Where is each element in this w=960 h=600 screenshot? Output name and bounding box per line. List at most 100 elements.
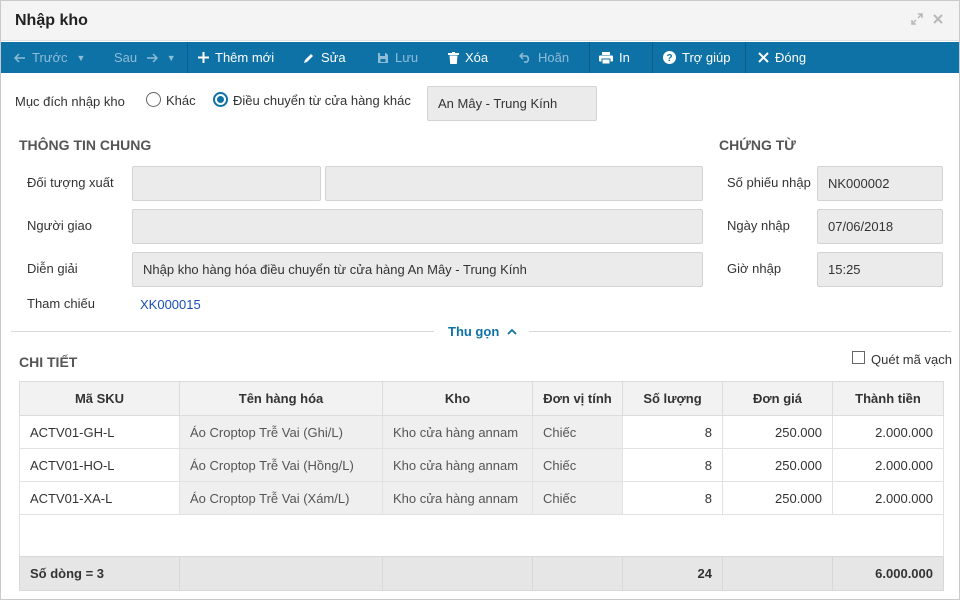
add-button[interactable]: Thêm mới <box>198 42 274 73</box>
collapse-label: Thu gọn <box>448 324 500 339</box>
barcode-label: Quét mã vạch <box>871 352 952 367</box>
voucher-number-field[interactable]: NK000002 <box>817 166 943 201</box>
reference-label: Tham chiếu <box>27 296 95 311</box>
toolbar-divider <box>745 42 746 73</box>
voucher-time-label: Giờ nhập <box>727 261 782 276</box>
divider-left <box>11 331 434 332</box>
toolbar-divider <box>187 42 188 73</box>
cell-qty[interactable]: 8 <box>622 415 723 449</box>
cell-qty[interactable]: 8 <box>622 448 723 482</box>
cell-amount: 2.000.000 <box>832 448 944 482</box>
maximize-icon[interactable] <box>910 13 924 27</box>
edit-label: Sửa <box>321 50 346 65</box>
table-row[interactable]: ACTV01-GH-L Áo Croptop Trễ Vai (Ghi/L) K… <box>19 415 944 449</box>
col-qty[interactable]: Số lượng <box>622 381 723 416</box>
col-warehouse[interactable]: Kho <box>382 381 533 416</box>
svg-text:?: ? <box>666 53 672 64</box>
deliverer-field[interactable] <box>132 209 703 244</box>
radio-other[interactable] <box>146 92 161 107</box>
window-close-icon[interactable] <box>931 13 945 27</box>
table-header: Mã SKU Tên hàng hóa Kho Đơn vị tính Số l… <box>19 381 944 416</box>
barcode-checkbox[interactable] <box>852 351 865 364</box>
radio-transfer-label: Điều chuyển từ cửa hàng khác <box>233 93 411 108</box>
cell-sku: ACTV01-XA-L <box>19 481 180 515</box>
footer-total-qty: 24 <box>622 556 723 591</box>
close-button[interactable]: Đóng <box>758 42 806 73</box>
printer-icon <box>599 51 613 65</box>
col-name[interactable]: Tên hàng hóa <box>179 381 383 416</box>
cell-price[interactable]: 250.000 <box>722 448 833 482</box>
cell-amount: 2.000.000 <box>832 415 944 449</box>
table-row[interactable]: ACTV01-XA-L Áo Croptop Trễ Vai (Xám/L) K… <box>19 481 944 515</box>
prev-button[interactable]: Trước ▼ <box>13 42 85 73</box>
arrow-left-icon <box>13 53 25 63</box>
arrow-right-icon <box>146 53 158 63</box>
general-info-title: THÔNG TIN CHUNG <box>19 137 152 153</box>
col-sku[interactable]: Mã SKU <box>19 381 180 416</box>
help-button[interactable]: ? Trợ giúp <box>663 42 731 73</box>
title-bar: Nhập kho <box>1 1 959 41</box>
cell-amount: 2.000.000 <box>832 481 944 515</box>
delete-button[interactable]: Xóa <box>448 42 488 73</box>
col-unit[interactable]: Đơn vị tính <box>532 381 623 416</box>
collapse-button[interactable]: Thu gọn <box>448 324 517 339</box>
cell-warehouse: Kho cửa hàng annam <box>382 415 533 449</box>
detail-table: Mã SKU Tên hàng hóa Kho Đơn vị tính Số l… <box>19 381 944 591</box>
voucher-title: CHỨNG TỪ <box>719 137 796 153</box>
table-footer: Số dòng = 3 24 6.000.000 <box>19 556 944 591</box>
cell-qty[interactable]: 8 <box>622 481 723 515</box>
detail-title: CHI TIẾT <box>19 354 78 370</box>
purpose-label: Mục đích nhập kho <box>15 94 125 109</box>
next-label: Sau <box>114 50 138 65</box>
store-field[interactable]: An Mây - Trung Kính <box>427 86 597 121</box>
table-row[interactable]: ACTV01-HO-L Áo Croptop Trễ Vai (Hồng/L) … <box>19 448 944 482</box>
cell-name: Áo Croptop Trễ Vai (Ghi/L) <box>179 415 383 449</box>
voucher-time-field[interactable]: 15:25 <box>817 252 943 287</box>
plus-icon <box>198 52 209 64</box>
col-price[interactable]: Đơn giá <box>722 381 833 416</box>
undo-icon <box>518 52 530 63</box>
cell-unit: Chiếc <box>532 415 623 449</box>
voucher-date-field[interactable]: 07/06/2018 <box>817 209 943 244</box>
add-label: Thêm mới <box>215 50 275 65</box>
col-amount[interactable]: Thành tiền <box>832 381 944 416</box>
cell-warehouse: Kho cửa hàng annam <box>382 481 533 515</box>
footer-empty <box>722 556 833 591</box>
issuer-code-field[interactable] <box>132 166 321 201</box>
voucher-date-label: Ngày nhập <box>727 218 790 233</box>
cell-name: Áo Croptop Trễ Vai (Xám/L) <box>179 481 383 515</box>
toolbar: Trước ▼ Sau ▼ Thêm mới Sửa Lưu Xóa Hoãn I… <box>1 42 959 73</box>
help-label: Trợ giúp <box>682 50 731 65</box>
footer-empty <box>382 556 533 591</box>
edit-button[interactable]: Sửa <box>303 42 346 73</box>
close-label: Đóng <box>775 50 807 65</box>
footer-total-amount: 6.000.000 <box>832 556 944 591</box>
close-icon <box>758 52 769 63</box>
cell-name: Áo Croptop Trễ Vai (Hồng/L) <box>179 448 383 482</box>
footer-empty <box>532 556 623 591</box>
description-field[interactable]: Nhập kho hàng hóa điều chuyển từ cửa hàn… <box>132 252 703 287</box>
footer-row-count: Số dòng = 3 <box>19 556 180 591</box>
pencil-icon <box>304 53 313 63</box>
deliverer-label: Người giao <box>27 218 92 233</box>
cell-sku: ACTV01-HO-L <box>19 448 180 482</box>
cell-warehouse: Kho cửa hàng annam <box>382 448 533 482</box>
undo-button[interactable]: Hoãn <box>518 42 569 73</box>
issuer-label: Đối tượng xuất <box>27 175 114 190</box>
print-button[interactable]: In <box>599 42 630 73</box>
reference-link[interactable]: XK000015 <box>140 297 201 312</box>
next-dropdown-icon: ▼ <box>166 53 176 64</box>
save-button[interactable]: Lưu <box>377 42 418 73</box>
issuer-name-field[interactable] <box>325 166 703 201</box>
delete-label: Xóa <box>465 50 489 65</box>
cell-sku: ACTV01-GH-L <box>19 415 180 449</box>
next-button[interactable]: Sau ▼ <box>114 42 176 73</box>
cell-price[interactable]: 250.000 <box>722 481 833 515</box>
save-label: Lưu <box>395 50 419 65</box>
voucher-number-label: Số phiếu nhập <box>727 175 811 190</box>
prev-label: Trước <box>32 50 68 65</box>
description-label: Diễn giải <box>27 261 78 276</box>
cell-price[interactable]: 250.000 <box>722 415 833 449</box>
trash-icon <box>448 51 459 64</box>
radio-transfer[interactable] <box>213 92 228 107</box>
